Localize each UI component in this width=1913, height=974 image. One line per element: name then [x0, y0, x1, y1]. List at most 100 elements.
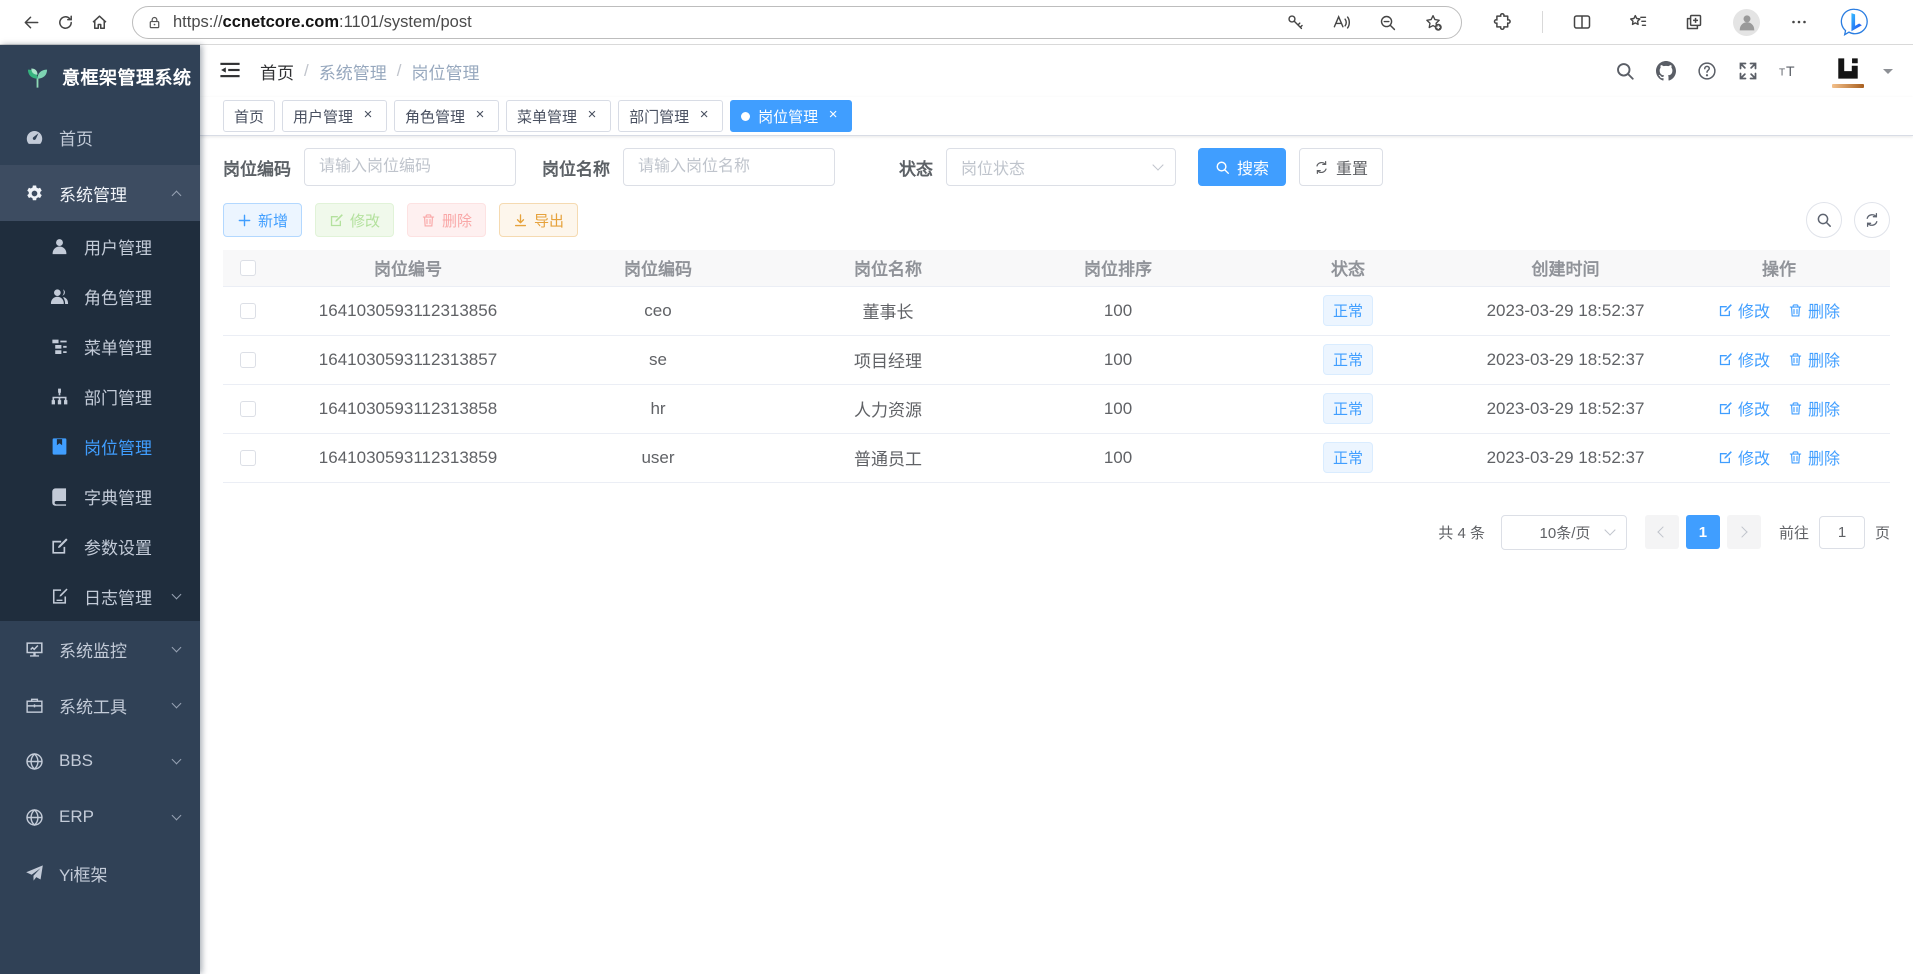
sidebar-fold-icon[interactable] — [218, 58, 244, 84]
post-code-input[interactable] — [304, 148, 516, 186]
cell-post-sort: 100 — [1003, 384, 1233, 433]
next-page-button[interactable] — [1727, 515, 1761, 549]
row-edit-button[interactable]: 修改 — [1718, 347, 1770, 371]
trash-icon — [1788, 352, 1803, 367]
row-edit-button[interactable]: 修改 — [1718, 445, 1770, 469]
close-icon[interactable]: × — [360, 108, 376, 124]
chevron-down-icon — [172, 642, 182, 652]
sidebar-item-erp[interactable]: ERP — [0, 789, 200, 845]
add-favorite-icon[interactable] — [1421, 10, 1445, 34]
tab-dept-management[interactable]: 部门管理× — [618, 100, 723, 132]
sidebar-item-dict-management[interactable]: 字典管理 — [0, 471, 200, 521]
browser-back-button[interactable] — [14, 5, 48, 39]
row-delete-button[interactable]: 删除 — [1788, 396, 1840, 420]
sidebar-item-menu-management[interactable]: 菜单管理 — [0, 321, 200, 371]
close-icon[interactable]: × — [584, 108, 600, 124]
tab-role-management[interactable]: 角色管理× — [394, 100, 499, 132]
sidebar-item-user-management[interactable]: 用户管理 — [0, 221, 200, 271]
user-avatar[interactable] — [1826, 49, 1870, 93]
prev-page-button[interactable] — [1645, 515, 1679, 549]
read-aloud-icon[interactable] — [1329, 10, 1353, 34]
plus-icon — [237, 213, 252, 228]
search-button[interactable]: 搜索 — [1198, 148, 1286, 186]
sidebar-item-system-management[interactable]: 系统管理 — [0, 165, 200, 221]
close-icon[interactable]: × — [825, 108, 841, 124]
table-row: 1641030593112313856ceo董事长100正常2023-03-29… — [223, 286, 1890, 335]
row-checkbox[interactable] — [240, 352, 256, 368]
row-delete-button[interactable]: 删除 — [1788, 347, 1840, 371]
sidebar-item-role-management[interactable]: 角色管理 — [0, 271, 200, 321]
github-icon[interactable] — [1650, 56, 1682, 86]
row-checkbox[interactable] — [240, 303, 256, 319]
select-all-checkbox[interactable] — [240, 260, 256, 276]
sidebar-item-post-management[interactable]: 岗位管理 — [0, 421, 200, 471]
collections-icon[interactable] — [1677, 5, 1711, 39]
help-question-icon[interactable] — [1691, 56, 1723, 86]
chevron-down-icon[interactable] — [1883, 69, 1893, 79]
sidebar-item-dept-management[interactable]: 部门管理 — [0, 371, 200, 421]
tab-post-management[interactable]: 岗位管理× — [730, 100, 852, 132]
tab-home[interactable]: 首页 — [223, 100, 275, 132]
post-name-input[interactable] — [623, 148, 835, 186]
address-bar[interactable]: https://ccnetcore.com:1101/system/post — [132, 6, 1462, 39]
toolbox-icon — [25, 696, 44, 715]
row-checkbox[interactable] — [240, 401, 256, 417]
toolbar: 新增 修改 删除 导出 — [223, 202, 1890, 238]
table-body: 1641030593112313856ceo董事长100正常2023-03-29… — [223, 286, 1890, 482]
breadcrumb-item[interactable]: 首页 — [260, 59, 294, 84]
chevron-down-icon — [172, 754, 182, 764]
row-delete-button[interactable]: 删除 — [1788, 298, 1840, 322]
tabs-bar: 首页用户管理×角色管理×菜单管理×部门管理×岗位管理× — [200, 97, 1913, 136]
sidebar-menu: 首页系统管理用户管理角色管理菜单管理部门管理岗位管理字典管理参数设置日志管理系统… — [0, 109, 200, 974]
browser-refresh-button[interactable] — [48, 5, 82, 39]
sidebar-item-system-monitor[interactable]: 系统监控 — [0, 621, 200, 677]
export-button[interactable]: 导出 — [499, 203, 578, 237]
close-icon[interactable]: × — [472, 108, 488, 124]
sidebar-item-system-tools[interactable]: 系统工具 — [0, 677, 200, 733]
tab-menu-management[interactable]: 菜单管理× — [506, 100, 611, 132]
lock-icon[interactable] — [147, 15, 162, 30]
row-delete-button[interactable]: 删除 — [1788, 445, 1840, 469]
reset-button[interactable]: 重置 — [1299, 148, 1383, 186]
edit-icon — [329, 213, 344, 228]
chevron-right-icon — [1737, 526, 1748, 537]
cell-post-id: 1641030593112313857 — [273, 335, 543, 384]
browser-home-button[interactable] — [82, 5, 116, 39]
page-size-select[interactable]: 10条/页 — [1501, 515, 1627, 550]
zoom-out-icon[interactable] — [1375, 10, 1399, 34]
goto-page-input[interactable] — [1819, 516, 1865, 549]
download-icon — [513, 213, 528, 228]
favorites-bar-icon[interactable] — [1621, 5, 1655, 39]
sidebar-item-log-management[interactable]: 日志管理 — [0, 571, 200, 621]
show-search-button[interactable] — [1806, 202, 1842, 238]
org-tree-icon — [50, 387, 69, 406]
row-checkbox[interactable] — [240, 450, 256, 466]
close-icon[interactable]: × — [696, 108, 712, 124]
sidebar-item-bbs[interactable]: BBS — [0, 733, 200, 789]
app-header: 首页/系统管理/岗位管理 TT — [200, 45, 1913, 97]
header-search-icon[interactable] — [1609, 56, 1641, 86]
dict-book-icon — [50, 487, 69, 506]
bing-chat-icon[interactable] — [1838, 5, 1872, 39]
fullscreen-icon[interactable] — [1732, 56, 1764, 86]
refresh-table-button[interactable] — [1854, 202, 1890, 238]
tab-user-management[interactable]: 用户管理× — [282, 100, 387, 132]
browser-menu-icon[interactable] — [1782, 5, 1816, 39]
extensions-puzzle-icon[interactable] — [1486, 5, 1520, 39]
posts-table: 岗位编号岗位编码岗位名称岗位排序状态创建时间操作 164103059311231… — [223, 250, 1890, 483]
status-select[interactable]: 岗位状态 — [946, 148, 1176, 186]
row-edit-button[interactable]: 修改 — [1718, 298, 1770, 322]
browser-profile-avatar[interactable] — [1733, 9, 1760, 36]
delete-button[interactable]: 删除 — [407, 203, 486, 237]
add-button[interactable]: 新增 — [223, 203, 302, 237]
split-screen-icon[interactable] — [1565, 5, 1599, 39]
page-number-current[interactable]: 1 — [1686, 515, 1720, 549]
sidebar-item-home[interactable]: 首页 — [0, 109, 200, 165]
edit-button[interactable]: 修改 — [315, 203, 394, 237]
font-size-icon[interactable]: TT — [1773, 56, 1805, 86]
sidebar-item-yi-framework[interactable]: Yi框架 — [0, 845, 200, 901]
password-key-icon[interactable] — [1283, 10, 1307, 34]
trash-icon — [421, 213, 436, 228]
sidebar-item-param-settings[interactable]: 参数设置 — [0, 521, 200, 571]
row-edit-button[interactable]: 修改 — [1718, 396, 1770, 420]
